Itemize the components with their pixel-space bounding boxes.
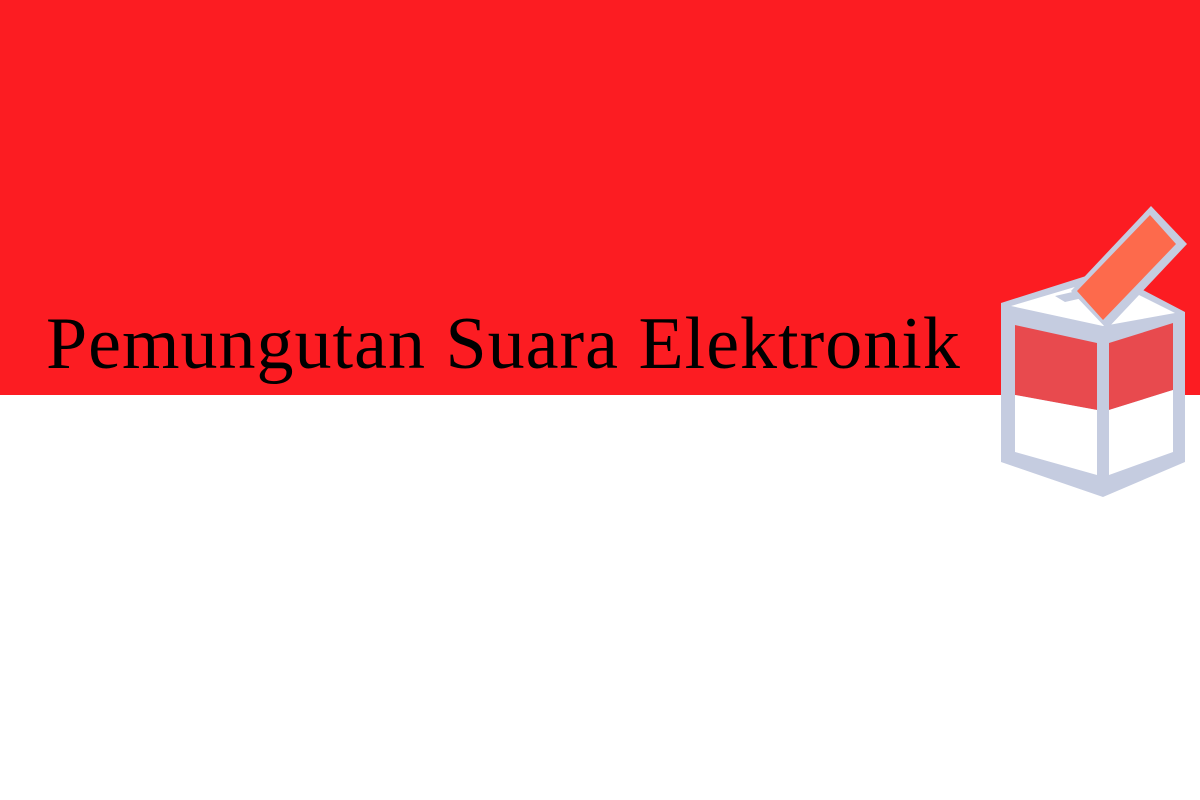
ballot-box-icon	[1001, 206, 1187, 497]
banner-title: Pemungutan Suara Elektronik	[46, 303, 961, 385]
flag-banner: Pemungutan Suara Elektronik	[0, 0, 1200, 800]
